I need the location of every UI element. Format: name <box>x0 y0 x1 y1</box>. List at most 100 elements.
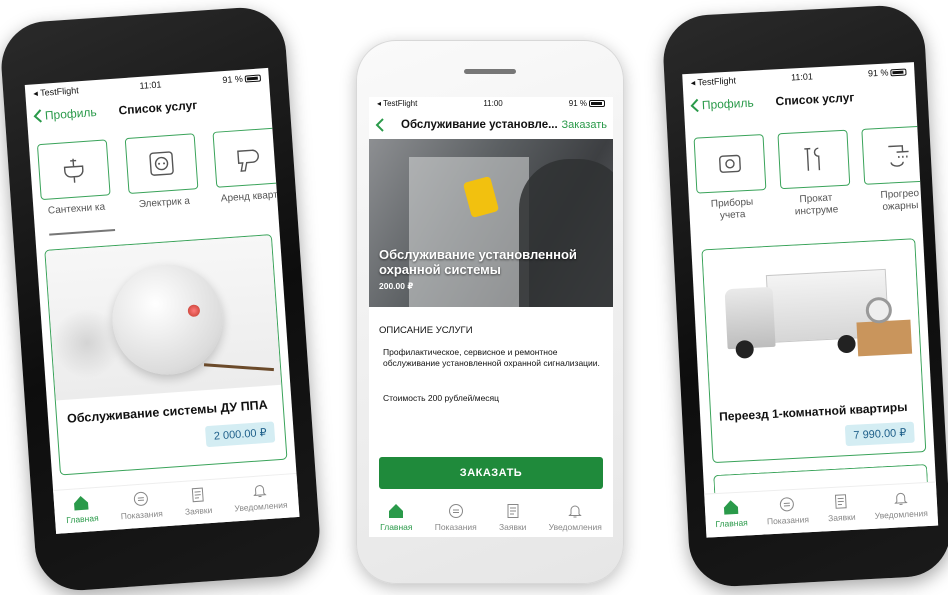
tools-icon <box>804 147 821 171</box>
tab-notifications[interactable]: Уведомления <box>549 503 602 532</box>
clock: 11:00 <box>483 98 503 108</box>
carrier-label: ◂ TestFlight <box>32 84 79 98</box>
hero-title: Обслуживание установленной охранной сист… <box>379 247 577 277</box>
carrier-label: ◂ TestFlight <box>377 98 418 108</box>
shower-icon <box>888 145 909 167</box>
service-name: Переезд 1-комнатной квартиры <box>718 399 908 424</box>
tab-notifications[interactable]: Уведомления <box>874 489 928 521</box>
socket-icon <box>149 151 174 176</box>
order-button[interactable]: ЗАКАЗАТЬ <box>379 457 603 489</box>
document-icon <box>507 504 519 518</box>
page-title: Обслуживание установле... <box>401 119 558 131</box>
tab-readings[interactable]: Показания <box>119 489 163 521</box>
category-row: Приборы учета Прокат инструме Прогрео ож… <box>686 125 935 224</box>
boxes <box>856 319 913 357</box>
back-button[interactable]: Профиль <box>690 96 754 113</box>
page-title: Список услуг <box>775 90 855 109</box>
service-card[interactable]: Переезд 1-комнатной квартиры 7 990.00 ₽ <box>701 238 927 464</box>
document-icon <box>835 494 847 509</box>
category-electric[interactable]: Электрик а <box>124 133 200 212</box>
battery-label: 91 % <box>867 67 889 79</box>
chevron-left-icon <box>375 118 384 132</box>
price-badge: 2 000.00 ₽ <box>205 421 276 448</box>
status-bar: ◂ TestFlight 11:00 91 % <box>369 97 613 109</box>
left-phone: ◂ TestFlight 11:01 91 % Профиль Список у… <box>0 4 323 594</box>
order-link[interactable]: Заказать <box>562 119 608 131</box>
meter-icon <box>133 491 148 506</box>
price-badge: 7 990.00 ₽ <box>844 421 915 447</box>
nav-bar: Обслуживание установле... Заказать <box>369 111 613 139</box>
bell-icon <box>568 505 582 518</box>
hairdryer-icon <box>237 149 259 172</box>
tab-requests[interactable]: Заявки <box>499 503 526 532</box>
carrier-label: ◂ TestFlight <box>690 74 737 88</box>
tab-notifications[interactable]: Уведомления <box>233 481 288 513</box>
bell-icon <box>253 485 267 498</box>
tab-home[interactable]: Главная <box>714 498 748 529</box>
service-name: Обслуживание системы ДУ ППА <box>66 397 269 426</box>
category-label: Прокат инструме <box>794 192 839 218</box>
tab-readings[interactable]: Показания <box>766 495 809 526</box>
category-row: Сантехни ка Электрик а Аренд кварти <box>29 127 287 219</box>
back-label: Профиль <box>701 95 754 113</box>
technician-shape <box>519 159 613 307</box>
meter-icon <box>780 497 795 512</box>
category-cleaning[interactable]: Прогрео ожарны <box>861 125 935 215</box>
description-header: ОПИСАНИЕ УСЛУГИ <box>379 325 473 336</box>
truck-cab <box>724 286 776 350</box>
back-button[interactable] <box>375 118 387 132</box>
cost-text: Стоимость 200 рублей/месяц <box>383 393 500 403</box>
meter-icon <box>448 504 463 518</box>
back-button[interactable]: Профиль <box>32 105 97 123</box>
category-meters[interactable]: Приборы учета <box>693 134 768 224</box>
truck-wheel <box>837 334 857 354</box>
category-label: Аренд кварти <box>220 189 284 205</box>
speaker <box>464 69 516 74</box>
tab-bar: Главная Показания Заявки Уведомления <box>369 497 613 537</box>
clock: 11:01 <box>790 71 814 83</box>
tab-home[interactable]: Главная <box>380 503 412 532</box>
chevron-left-icon <box>690 98 699 113</box>
smoke-detector-image <box>45 235 282 401</box>
description-text: Профилактическое, сервисное и ремонтное … <box>383 347 600 368</box>
home-icon <box>74 496 89 511</box>
service-hero-image: Обслуживание установленной охранной сист… <box>369 139 613 307</box>
document-icon <box>191 487 204 503</box>
home-icon <box>723 500 739 515</box>
clock: 11:01 <box>139 79 162 91</box>
category-label: Приборы учета <box>710 196 754 222</box>
hero-price: 200.00 ₽ <box>379 281 414 291</box>
tab-requests[interactable]: Заявки <box>827 493 856 523</box>
right-phone: ◂ TestFlight 11:01 91 % Профиль Список у… <box>661 3 948 589</box>
battery-icon <box>589 99 605 107</box>
category-label: Электрик а <box>138 195 191 211</box>
tab-bar: Главная Показания Заявки Уведомления <box>53 472 300 534</box>
category-rent[interactable]: Аренд кварти <box>212 127 287 206</box>
category-tools[interactable]: Прокат инструме <box>777 129 851 220</box>
service-card[interactable]: Обслуживание системы ДУ ППА 2 000.00 ₽ <box>44 234 288 476</box>
category-label: Прогрео ожарны <box>880 187 920 213</box>
sink-icon <box>63 158 84 183</box>
meter-icon <box>719 154 741 173</box>
back-label: Профиль <box>44 105 98 123</box>
moving-truck-image <box>702 239 922 395</box>
truck-wheel <box>735 339 755 359</box>
battery-icon <box>244 74 262 83</box>
tab-requests[interactable]: Заявки <box>183 486 213 517</box>
left-screen: ◂ TestFlight 11:01 91 % Профиль Список у… <box>24 67 300 534</box>
tab-readings[interactable]: Показания <box>435 503 477 532</box>
bell-icon <box>894 492 908 505</box>
tab-home[interactable]: Главная <box>65 494 99 525</box>
electrical-panel <box>409 157 529 307</box>
category-indicator <box>49 229 116 236</box>
category-label: Сантехни ка <box>47 201 106 217</box>
home-icon <box>389 504 404 518</box>
chevron-left-icon <box>33 109 43 123</box>
center-screen: ◂ TestFlight 11:00 91 % Обслуживание уст… <box>369 97 613 537</box>
battery-label: 91 % <box>222 73 244 86</box>
right-screen: ◂ TestFlight 11:01 91 % Профиль Список у… <box>682 62 939 538</box>
battery-icon <box>890 68 907 77</box>
page-title: Список услуг <box>118 97 198 118</box>
center-phone: ◂ TestFlight 11:00 91 % Обслуживание уст… <box>356 40 624 584</box>
category-plumbing[interactable]: Сантехни ка <box>36 139 112 218</box>
